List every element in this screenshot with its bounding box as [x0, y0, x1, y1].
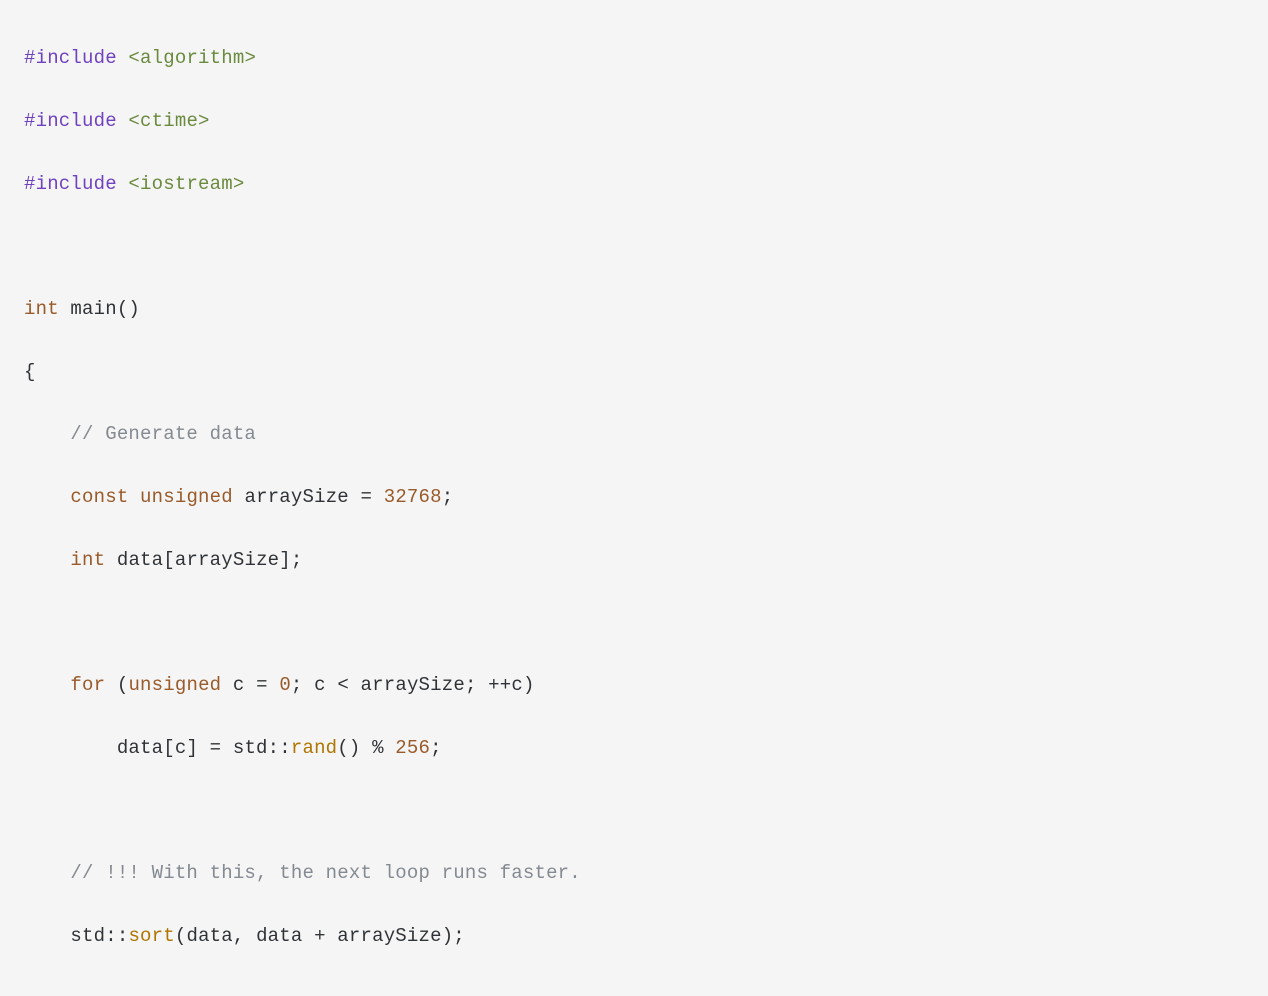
- blank-line: [24, 231, 1244, 262]
- code-line: {: [24, 357, 1244, 388]
- function-call: sort: [128, 925, 174, 947]
- function-name: main: [59, 298, 117, 320]
- type-keyword: int: [24, 298, 59, 320]
- preprocessor-directive: #include: [24, 173, 117, 195]
- keyword: const: [70, 486, 128, 508]
- semicolon: ;: [442, 486, 454, 508]
- keyword: for: [70, 674, 105, 696]
- identifier: data[c] = std::: [117, 737, 291, 759]
- identifier: c =: [233, 674, 279, 696]
- code-block: #include <algorithm> #include <ctime> #i…: [24, 12, 1244, 984]
- parentheses: (): [117, 298, 140, 320]
- keyword: unsigned: [128, 674, 221, 696]
- arguments: (data, data + arraySize);: [175, 925, 465, 947]
- code-line: std::sort(data, data + arraySize);: [24, 921, 1244, 952]
- space: [221, 674, 233, 696]
- preprocessor-directive: #include: [24, 110, 117, 132]
- code-line: const unsigned arraySize = 32768;: [24, 482, 1244, 513]
- namespace: std::: [70, 925, 128, 947]
- keyword: unsigned: [140, 486, 233, 508]
- code-line: #include <iostream>: [24, 169, 1244, 200]
- open-brace: {: [24, 361, 36, 383]
- type-keyword: int: [70, 549, 105, 571]
- function-call: rand: [291, 737, 337, 759]
- number-literal: 32768: [384, 486, 442, 508]
- code-line: // !!! With this, the next loop runs fas…: [24, 858, 1244, 889]
- paren-open: (: [105, 674, 128, 696]
- space: [105, 549, 117, 571]
- code-line: int data[arraySize];: [24, 545, 1244, 576]
- semicolon: ;: [430, 737, 442, 759]
- number-literal: 256: [395, 737, 430, 759]
- space: [128, 486, 140, 508]
- identifier: data[arraySize];: [117, 549, 303, 571]
- include-header: <algorithm>: [117, 47, 256, 69]
- comment: // Generate data: [24, 423, 256, 445]
- indent: [24, 674, 70, 696]
- comment: // !!! With this, the next loop runs fas…: [24, 862, 581, 884]
- indent: [24, 925, 70, 947]
- code-line: for (unsigned c = 0; c < arraySize; ++c): [24, 670, 1244, 701]
- code-line: #include <algorithm>: [24, 43, 1244, 74]
- blank-line: [24, 608, 1244, 639]
- blank-line: [24, 796, 1244, 827]
- include-header: <ctime>: [117, 110, 210, 132]
- code-line: data[c] = std::rand() % 256;: [24, 733, 1244, 764]
- identifier: arraySize =: [244, 486, 383, 508]
- space: [233, 486, 245, 508]
- code-line: int main(): [24, 294, 1244, 325]
- indent: [24, 737, 117, 759]
- for-condition: ; c < arraySize; ++c): [291, 674, 535, 696]
- include-header: <iostream>: [117, 173, 245, 195]
- code-line: #include <ctime>: [24, 106, 1244, 137]
- operator: () %: [337, 737, 395, 759]
- preprocessor-directive: #include: [24, 47, 117, 69]
- indent: [24, 549, 70, 571]
- number-literal: 0: [279, 674, 291, 696]
- indent: [24, 486, 70, 508]
- code-line: // Generate data: [24, 419, 1244, 450]
